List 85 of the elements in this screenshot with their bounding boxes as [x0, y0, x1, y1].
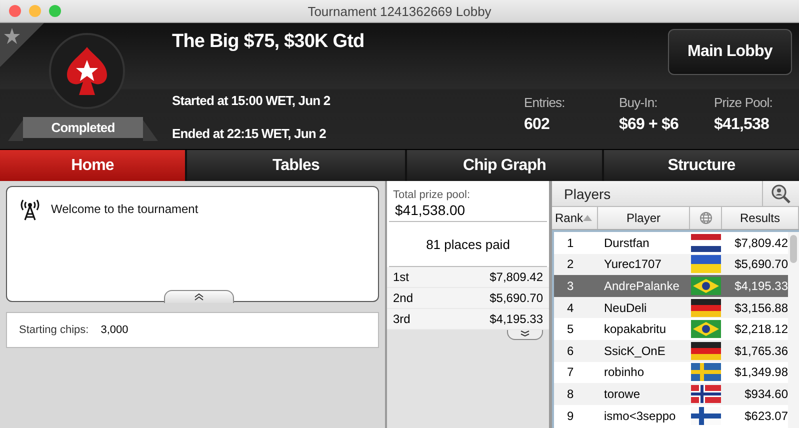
double-caret-icon — [194, 293, 204, 301]
total-prize-value: $41,538.00 — [389, 201, 547, 222]
tab[interactable]: Structure — [604, 150, 799, 181]
result-cell-text: $2,218.12 — [734, 322, 788, 336]
player-row[interactable]: 6 SsicK_OnE $1,765.36 — [554, 340, 788, 362]
rank-cell-text: 9 — [566, 408, 575, 423]
tab[interactable]: Home — [0, 150, 185, 181]
player-name: ismo<3seppo — [603, 408, 677, 423]
result-cell-text: $934.60 — [744, 386, 788, 401]
player-name: Yurec1707 — [603, 257, 662, 272]
rank-cell-text: 7 — [566, 365, 575, 380]
sort-arrow-icon — [583, 215, 592, 221]
result-cell-text: $623.07 — [744, 408, 788, 423]
result-cell-text: $1,765.36 — [734, 344, 788, 358]
flag-icon — [691, 320, 721, 338]
flag-icon — [691, 363, 721, 382]
tournament-title: The Big $75, $30K Gtd — [172, 31, 364, 53]
result-cell-text: $5,690.70 — [734, 257, 788, 272]
flag-icon — [691, 342, 721, 360]
column-header[interactable]: Rank — [552, 207, 598, 229]
starting-chips-value: 3,000 — [100, 324, 128, 336]
flag-icon — [691, 384, 721, 403]
search-icon — [771, 184, 791, 204]
prize-amount: $7,809.42 — [490, 270, 543, 284]
player-name: robinho — [603, 365, 646, 380]
favorite-star-icon[interactable] — [0, 23, 44, 67]
prize-place: 2nd — [393, 291, 414, 305]
rank-cell-text: 5 — [566, 322, 575, 336]
rank-cell-text: 8 — [566, 386, 575, 401]
flag-icon — [691, 276, 721, 295]
prize-amount: $5,690.70 — [490, 291, 543, 305]
starting-chips-label: Starting chips: — [19, 324, 89, 336]
column-header[interactable]: Player — [598, 207, 690, 229]
stat-label: Buy-In: — [619, 95, 658, 110]
player-name: kopakabritu — [603, 322, 668, 336]
result-cell-text: $4,195.33 — [734, 278, 788, 293]
result-cell-text: $7,809.42 — [734, 236, 788, 250]
player-name: Durstfan — [603, 236, 650, 250]
players-title: Players — [563, 186, 611, 202]
flag-icon — [691, 234, 721, 252]
spade-logo-icon — [49, 33, 125, 109]
stat-label: Prize Pool: — [714, 95, 772, 110]
result-cell-text: $3,156.88 — [734, 300, 788, 315]
news-message: Welcome to the tournament — [51, 202, 198, 216]
status-ribbon: Completed — [8, 115, 158, 143]
zoom-button[interactable] — [49, 5, 61, 17]
player-name: NeuDeli — [603, 300, 648, 315]
flag-icon — [691, 255, 721, 274]
rank-cell-text: 6 — [566, 344, 575, 358]
close-button[interactable] — [9, 5, 21, 17]
tab[interactable]: Chip Graph — [407, 150, 602, 181]
prize-amount: $4,195.33 — [490, 312, 543, 326]
stat-label: Entries: — [524, 95, 565, 110]
prize-place: 1st — [393, 270, 410, 284]
end-time: Ended at 22:15 WET, Jun 2 — [172, 126, 326, 141]
column-header[interactable]: Results — [722, 207, 799, 229]
player-name: AndrePalanke — [603, 278, 680, 293]
main-lobby-button[interactable]: Main Lobby — [668, 29, 792, 75]
rank-cell-text: 1 — [566, 236, 575, 250]
rank-cell-text: 3 — [566, 278, 575, 293]
result-cell-text: $1,349.98 — [734, 365, 788, 380]
prize-place: 3rd — [393, 312, 410, 326]
player-row[interactable]: 2 Yurec1707 $5,690.70 — [554, 254, 788, 276]
scrollbar[interactable] — [788, 232, 799, 428]
window-title: Tournament 1241362669 Lobby — [308, 4, 492, 18]
player-row[interactable]: 4 NeuDeli $3,156.88 — [554, 296, 788, 318]
globe-icon — [700, 212, 712, 224]
stat-value: $69 + $6 — [619, 116, 679, 134]
rank-cell-text: 2 — [566, 257, 575, 272]
flag-icon — [691, 406, 721, 425]
player-row[interactable]: 8 torowe $934.60 — [554, 383, 788, 405]
flag-icon — [691, 298, 721, 317]
player-name: SsicK_OnE — [603, 344, 666, 358]
player-row[interactable]: 3 AndrePalanke $4,195.33 — [554, 275, 788, 297]
stat-value: 602 — [524, 116, 550, 134]
start-time: Started at 15:00 WET, Jun 2 — [172, 93, 330, 108]
tab[interactable]: Tables — [187, 150, 405, 181]
player-name: torowe — [603, 386, 642, 401]
rank-cell-text: 4 — [566, 300, 575, 315]
antenna-icon — [19, 197, 41, 221]
stat-value: $41,538 — [714, 116, 770, 134]
expand-button[interactable] — [507, 330, 543, 340]
total-prize-label: Total prize pool: — [392, 188, 472, 201]
player-row[interactable]: 7 robinho $1,349.98 — [554, 362, 788, 384]
double-caret-icon — [520, 330, 530, 337]
